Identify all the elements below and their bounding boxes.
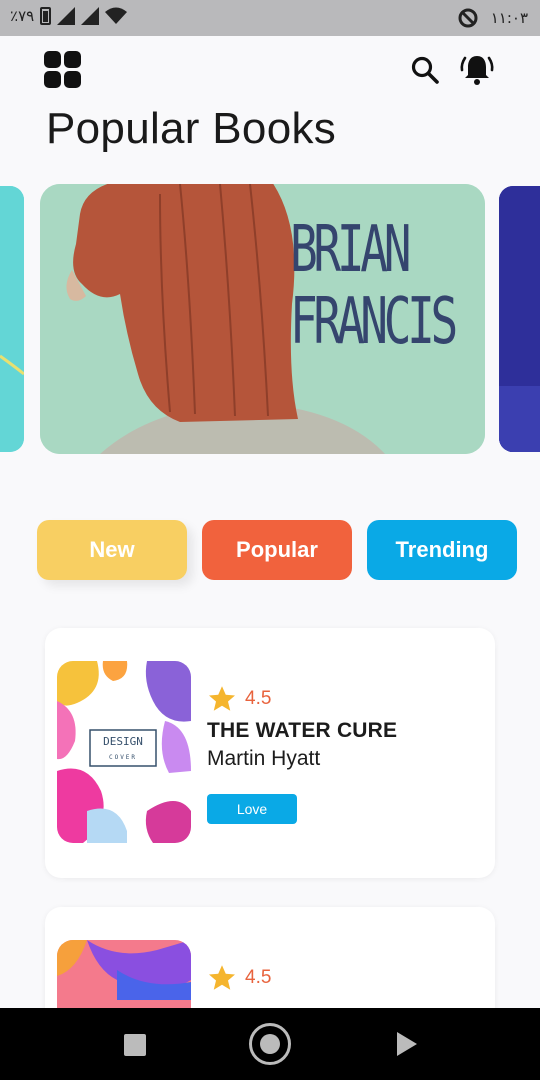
- tab-new[interactable]: New: [37, 520, 187, 580]
- wifi-icon: [105, 7, 128, 24]
- carousel-card-next[interactable]: [499, 186, 540, 452]
- bell-icon[interactable]: [459, 51, 495, 87]
- page-title: Popular Books: [46, 104, 337, 153]
- svg-text:DESIGN: DESIGN: [103, 735, 143, 748]
- tab-trending[interactable]: Trending: [367, 520, 517, 580]
- love-button[interactable]: Love: [207, 794, 297, 824]
- carousel-card-prev[interactable]: [0, 186, 24, 452]
- status-time: ١١:٠٣: [490, 9, 528, 27]
- status-left: ٪٧٩: [10, 7, 128, 25]
- cover-title: BRIAN FRANCIS: [290, 213, 458, 359]
- grid-icon[interactable]: [44, 51, 81, 88]
- carousel-card-featured[interactable]: BRIAN FRANCIS: [40, 184, 485, 454]
- screen: ٪٧٩ ١١:٠٣ Popular Books BRIAN FRANCIS Ne…: [0, 0, 540, 1080]
- signal-icon: [57, 7, 76, 25]
- nav-home-icon[interactable]: [249, 1023, 291, 1065]
- star-icon: [209, 686, 235, 711]
- star-icon-2: [209, 965, 235, 990]
- book-rating: 4.5: [207, 684, 271, 714]
- tab-popular[interactable]: Popular: [202, 520, 352, 580]
- book-card[interactable]: DESIGN COVER 4.5 THE WATER CURE Martin H…: [45, 628, 495, 878]
- search-icon[interactable]: [410, 55, 440, 85]
- book-carousel[interactable]: BRIAN FRANCIS: [0, 184, 540, 456]
- book-title: THE WATER CURE: [207, 719, 398, 742]
- rating-value: 4.5: [245, 688, 272, 709]
- nav-square-icon[interactable]: [124, 1034, 146, 1056]
- book-author: Martin Hyatt: [207, 747, 321, 770]
- svg-text:COVER: COVER: [109, 754, 137, 761]
- battery-icon: [40, 7, 52, 25]
- battery-percent: ٪٧٩: [10, 7, 35, 25]
- book-thumbnail: DESIGN COVER: [57, 661, 191, 843]
- rating-value-2: 4.5: [245, 967, 272, 988]
- data-saver-icon: [458, 8, 478, 28]
- status-bar: ٪٧٩ ١١:٠٣: [0, 0, 540, 36]
- signal-icon-2: [81, 7, 100, 25]
- nav-triangle-icon[interactable]: [397, 1032, 417, 1056]
- status-right: ١١:٠٣: [457, 7, 528, 29]
- book-rating-2: 4.5: [207, 963, 271, 993]
- system-nav-bar: [0, 1008, 540, 1080]
